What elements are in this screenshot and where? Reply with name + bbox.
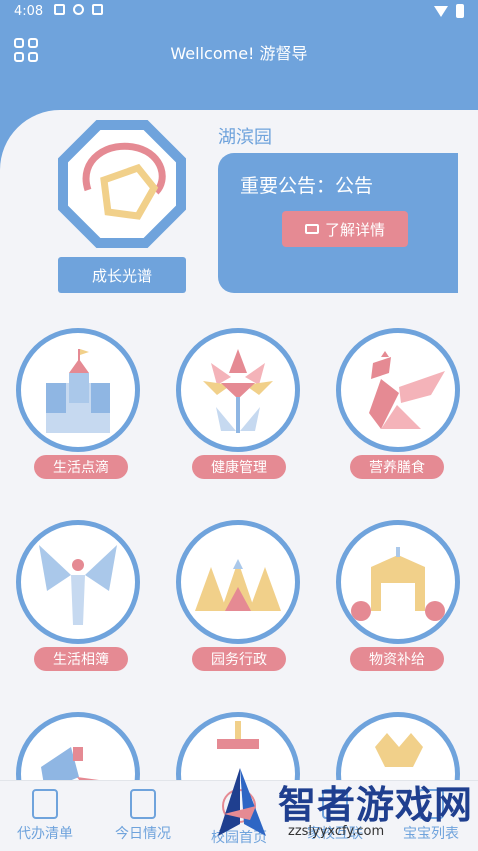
settings-notification-icon: [73, 4, 84, 15]
school-name: 湖滨园: [218, 127, 272, 148]
app-notification-icon: [92, 4, 103, 15]
watermark: 智者游戏网 zzslyyxcfy.com: [210, 760, 478, 850]
crown-icon: [195, 559, 281, 611]
lotus-flower-icon: [203, 349, 273, 433]
tile-label: 健康管理: [192, 455, 286, 479]
dragon-icon: [369, 351, 445, 429]
castle-icon: [46, 349, 110, 433]
notice-text: 重要公告：公告: [240, 175, 374, 197]
tile-label: 生活点滴: [34, 455, 128, 479]
watermark-logo-icon: [218, 768, 266, 836]
clipboard-check-icon: [32, 789, 58, 819]
document-icon: [130, 789, 156, 819]
tile-label: 生活相簿: [34, 647, 128, 671]
growth-spectrum-button[interactable]: 成长光谱: [58, 257, 186, 293]
wifi-icon: [434, 5, 448, 17]
image-notification-icon: [54, 4, 65, 15]
tile-label: 营养膳食: [350, 455, 444, 479]
page-title: Wellcome! 游督导: [170, 44, 308, 63]
tile-label: 物资补给: [350, 647, 444, 671]
watermark-title: 智者游戏网: [278, 783, 474, 827]
status-bar: 4:08: [0, 0, 478, 24]
learn-more-label: 了解详情: [324, 220, 385, 239]
watermark-url: zzslyyxcfy.com: [288, 824, 385, 839]
carriage-icon: [351, 547, 445, 621]
video-icon: [304, 224, 319, 234]
tab-label: 代办清单: [17, 826, 73, 842]
notice-card: 重要公告：公告 了解详情: [218, 153, 458, 293]
tile-label: 园务行政: [192, 647, 286, 671]
app-header: Wellcome! 游督导: [0, 24, 478, 84]
status-time: 4:08: [14, 4, 44, 19]
learn-more-button[interactable]: 了解详情: [282, 211, 408, 247]
tab-label: 今日情况: [115, 826, 171, 842]
tab-today-status[interactable]: 今日情况: [98, 781, 188, 851]
angel-icon: [39, 545, 117, 625]
tab-todo-list[interactable]: 代办清单: [0, 781, 90, 851]
battery-icon: [456, 4, 464, 18]
